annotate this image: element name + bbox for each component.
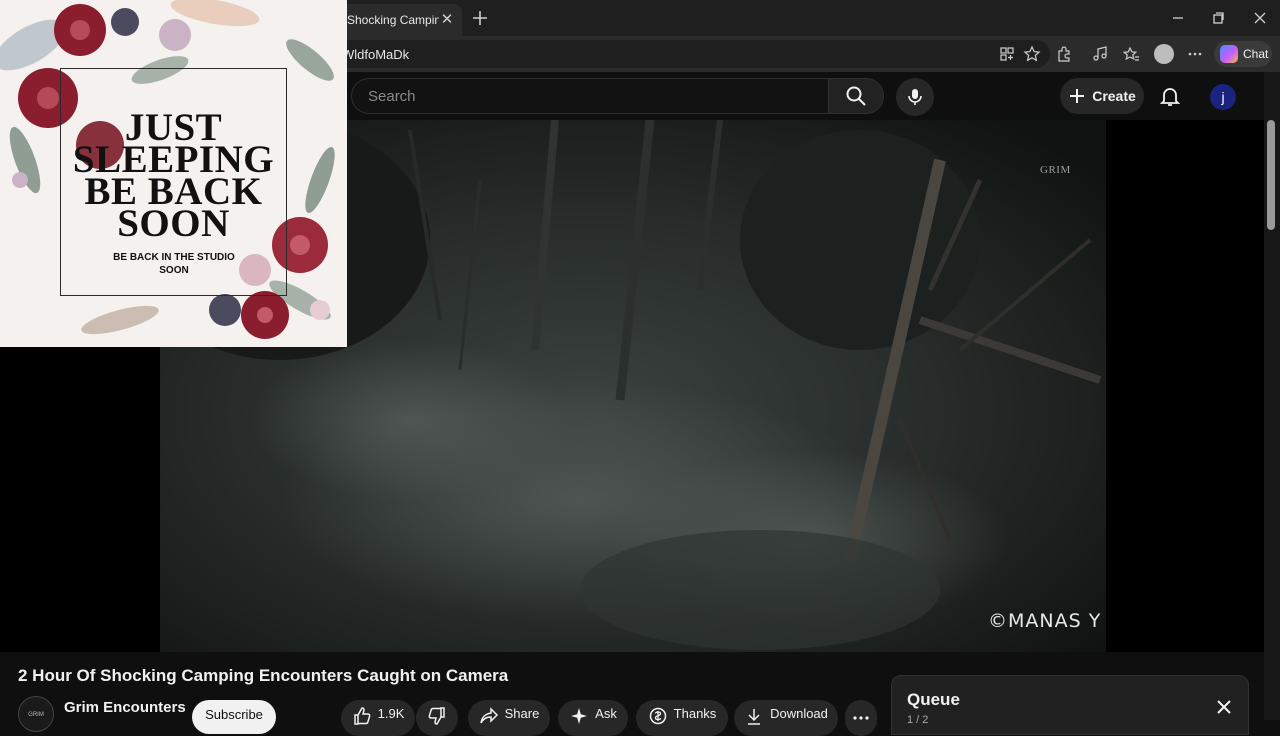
video-title: 2 Hour Of Shocking Camping Encounters Ca…	[18, 666, 509, 685]
scrollbar-thumb[interactable]	[1267, 120, 1275, 230]
chat-label: Chat	[1243, 47, 1269, 61]
video-watermark-logo: GRIM	[1040, 164, 1071, 176]
tab-title: Shocking Camping	[347, 13, 439, 27]
voice-search-button[interactable]	[896, 78, 934, 116]
more-horizontal-icon	[853, 716, 869, 720]
ask-label: Ask	[595, 706, 617, 721]
favorite-star-icon[interactable]	[1023, 45, 1041, 63]
create-label: Create	[1092, 88, 1136, 104]
queue-close-icon[interactable]	[1215, 698, 1233, 716]
tab-close-icon[interactable]: ✕	[440, 12, 454, 27]
minimize-icon[interactable]	[1168, 8, 1188, 28]
video-watermark-author: ©MANAS Y	[988, 610, 1102, 632]
share-button[interactable]: Share	[468, 700, 550, 736]
thanks-label: Thanks	[673, 706, 717, 721]
microphone-icon	[908, 89, 922, 105]
new-tab-icon[interactable]	[470, 8, 490, 28]
app-available-icon[interactable]	[998, 45, 1016, 63]
account-avatar[interactable]: j	[1210, 84, 1236, 110]
overlay-subtitle: BE BACK IN THE STUDIO SOON	[74, 251, 274, 277]
sleeping-overlay-card: JUST SLEEPING BE BACK SOON BE BACK IN TH…	[0, 0, 347, 347]
more-actions-button[interactable]	[845, 700, 877, 736]
sparkle-icon	[571, 708, 588, 724]
super-thanks-icon	[649, 707, 666, 725]
browser-profile-icon[interactable]	[1154, 44, 1174, 64]
url-text: WldfoMaDk	[342, 46, 410, 62]
media-control-icon[interactable]	[1091, 45, 1109, 63]
subscribe-button[interactable]: Subscribe	[192, 700, 276, 734]
like-count: 1.9K	[377, 706, 405, 721]
queue-title: Queue	[907, 690, 960, 709]
copilot-chat-button[interactable]: Chat	[1214, 41, 1272, 67]
overlay-subtitle-line: BE BACK IN THE STUDIO	[113, 252, 235, 263]
channel-avatar[interactable]: GRIM	[18, 696, 54, 732]
overlay-subtitle-line: SOON	[159, 265, 189, 276]
download-icon	[748, 709, 761, 725]
download-button[interactable]: Download	[734, 700, 838, 736]
browser-tab[interactable]: Shocking Camping ✕	[340, 4, 462, 36]
thumbs-down-icon	[428, 707, 445, 725]
close-window-icon[interactable]	[1250, 8, 1270, 28]
url-field[interactable]: WldfoMaDk	[330, 40, 1050, 68]
restore-icon[interactable]	[1208, 8, 1228, 28]
ask-button[interactable]: Ask	[558, 700, 628, 736]
share-icon	[479, 707, 498, 724]
thanks-button[interactable]: Thanks	[636, 700, 728, 736]
create-button[interactable]: Create	[1060, 78, 1144, 114]
like-button[interactable]: 1.9K	[341, 700, 415, 736]
thumbs-up-icon	[353, 707, 371, 725]
channel-name[interactable]: Grim Encounters	[64, 699, 186, 716]
favorites-icon[interactable]	[1122, 45, 1140, 63]
download-label: Download	[770, 706, 828, 721]
plus-icon	[1070, 89, 1085, 103]
copilot-icon	[1220, 45, 1238, 63]
extensions-icon[interactable]	[1055, 45, 1073, 63]
notifications-bell-icon[interactable]	[1158, 84, 1182, 108]
queue-panel: Queue 1 / 2	[891, 675, 1249, 735]
overlay-title: JUST SLEEPING BE BACK SOON	[50, 108, 297, 243]
search-icon	[846, 86, 866, 106]
share-label: Share	[504, 706, 540, 721]
dislike-button[interactable]	[416, 700, 458, 736]
search-input[interactable]	[366, 86, 810, 106]
queue-count: 1 / 2	[907, 714, 929, 726]
search-box	[351, 78, 828, 114]
more-options-icon[interactable]	[1186, 45, 1204, 63]
search-button[interactable]	[828, 78, 884, 114]
